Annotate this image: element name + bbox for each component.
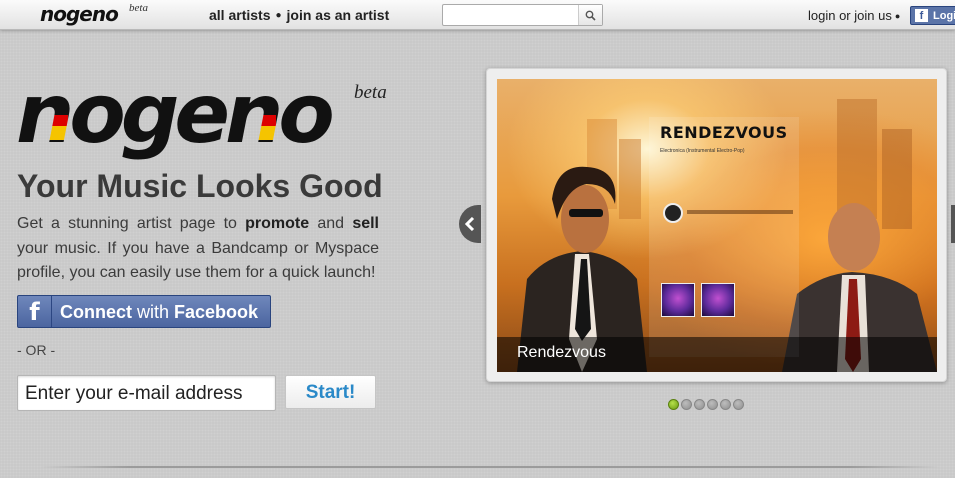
connect-with-facebook-label: Connect with Facebook <box>60 302 258 323</box>
facebook-icon: f <box>18 296 52 327</box>
slider-dot[interactable] <box>720 399 731 410</box>
slide-caption: Rendezvous <box>517 344 606 361</box>
facebook-login-button[interactable]: f Login <box>910 6 955 25</box>
links-separator: ● <box>894 11 901 21</box>
album-cover <box>701 283 735 317</box>
top-bar: nogeno beta all artists ● join as an artis… <box>0 0 955 30</box>
slider-pagination <box>668 399 744 411</box>
connect-word: Connect <box>60 302 132 322</box>
search-input[interactable] <box>445 7 575 23</box>
page-headline: Your Music Looks Good <box>17 168 383 204</box>
slider-dot[interactable] <box>733 399 744 410</box>
start-button[interactable]: Start! <box>285 375 376 409</box>
intro-text: Get a stunning artist page to promote an… <box>17 212 379 286</box>
chevron-left-icon <box>465 217 475 231</box>
slider-dot[interactable] <box>694 399 705 410</box>
header-logo[interactable]: nogeno <box>40 2 119 26</box>
intro-sell: sell <box>352 215 379 232</box>
top-nav: all artists ● join as an artist <box>209 7 389 23</box>
nav-separator: ● <box>275 10 282 21</box>
intro-part-2: and <box>309 215 353 232</box>
or-divider: - OR - <box>17 342 56 358</box>
slider-prev-button[interactable] <box>459 205 481 243</box>
facebook-login-label: Login <box>933 10 955 22</box>
slider-dot[interactable] <box>707 399 718 410</box>
player-progress-bar <box>687 210 793 214</box>
email-field-box <box>17 375 276 411</box>
search-box <box>442 4 603 26</box>
slider-next-button[interactable] <box>951 205 955 243</box>
play-icon <box>663 203 683 223</box>
divider <box>40 466 940 468</box>
album-cover <box>661 283 695 317</box>
logo-beta-label: beta <box>354 82 387 103</box>
slider-dot[interactable] <box>681 399 692 410</box>
intro-part-1: Get a stunning artist page to <box>17 215 246 232</box>
nogeno-logo: nogeno <box>16 80 333 162</box>
slide-artist-name: RENDEZVOUS <box>660 123 788 142</box>
connect-with-facebook-button[interactable]: f Connect with Facebook <box>17 295 271 328</box>
nav-all-artists[interactable]: all artists <box>209 7 270 23</box>
slide-image[interactable]: RENDEZVOUS Electronica (Instrumental Ele… <box>497 79 937 372</box>
header-beta-label: beta <box>129 2 148 14</box>
nav-join-as-artist[interactable]: join as an artist <box>287 7 390 23</box>
login-join-link[interactable]: login or join us <box>808 8 892 23</box>
search-icon <box>585 10 596 21</box>
intro-part-3: your music. If you have a Bandcamp or My… <box>17 239 379 282</box>
email-input[interactable] <box>25 383 265 405</box>
facebook-icon: f <box>915 9 928 22</box>
account-links: login or join us ● <box>808 8 903 23</box>
slide-genre: Electronica (Instrumental Electro-Pop) <box>660 148 745 154</box>
slider-dot[interactable] <box>668 399 679 410</box>
with-word: with <box>132 302 175 322</box>
facebook-word: Facebook <box>174 302 259 322</box>
slider-frame: RENDEZVOUS Electronica (Instrumental Ele… <box>486 68 947 382</box>
intro-promote: promote <box>245 215 310 232</box>
search-button[interactable] <box>578 5 602 25</box>
